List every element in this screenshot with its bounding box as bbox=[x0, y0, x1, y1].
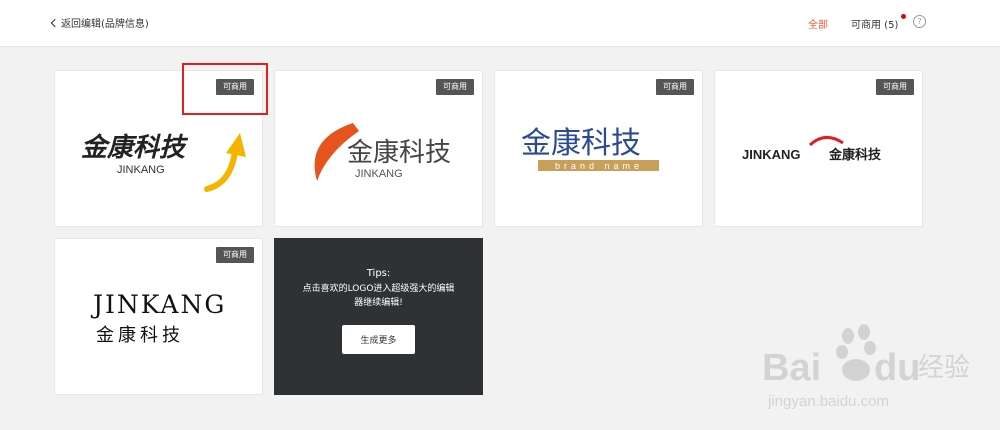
tips-line-2: 器继续编辑! bbox=[354, 298, 403, 308]
back-to-edit-link[interactable]: 返回编辑(品牌信息) bbox=[50, 13, 149, 31]
commercial-badge: 可商用 bbox=[656, 79, 694, 95]
logo-4-brand-en: JINKANG bbox=[742, 147, 801, 162]
watermark-cn: 经验 bbox=[918, 353, 970, 383]
logo-5-brand-cn: 金康科技 bbox=[96, 325, 184, 346]
help-icon[interactable]: ? bbox=[913, 15, 926, 28]
logo-1-brand-cn: 金康科技 bbox=[81, 133, 189, 163]
logo-card-5[interactable]: JINKANG 金康科技 可商用 bbox=[54, 238, 263, 395]
commercial-badge: 可商用 bbox=[436, 79, 474, 95]
paw-pad-icon bbox=[842, 359, 870, 381]
logo-1-arrowhead-icon bbox=[226, 133, 246, 157]
filter-commercial-tab[interactable]: 可商用 (5) bbox=[851, 16, 898, 31]
logo-4-brand-cn: 金康科技 bbox=[828, 147, 882, 163]
logo-card-4[interactable]: JINKANG 金康科技 可商用 bbox=[714, 70, 923, 227]
logo-4-arc-icon bbox=[808, 136, 844, 147]
commercial-badge: 可商用 bbox=[216, 247, 254, 263]
commercial-badge: 可商用 bbox=[876, 79, 914, 95]
logo-2-brand-cn: 金康科技 bbox=[347, 138, 451, 168]
logo-1-arrow-icon bbox=[204, 148, 238, 192]
tips-card: Tips: 点击喜欢的LOGO进入超级强大的编辑 器继续编辑! 生成更多 bbox=[274, 238, 483, 395]
commercial-badge: 可商用 bbox=[216, 79, 254, 95]
watermark-url: jingyan.baidu.com bbox=[767, 393, 889, 410]
baidu-watermark: Bai du 经验 jingyan.baidu.com bbox=[762, 324, 970, 410]
notification-dot bbox=[901, 14, 906, 19]
back-label: 返回编辑(品牌信息) bbox=[61, 18, 149, 30]
paw-toe-4-icon bbox=[864, 341, 876, 355]
paw-toe-3-icon bbox=[836, 345, 848, 359]
logo-card-1[interactable]: 金康科技 JINKANG 可商用 bbox=[54, 70, 263, 227]
logo-2-brand-en: JINKANG bbox=[355, 168, 403, 180]
logo-card-2[interactable]: 金康科技 JINKANG 可商用 bbox=[274, 70, 483, 227]
generate-more-button[interactable]: 生成更多 bbox=[342, 325, 415, 354]
logo-5-brand-en: JINKANG bbox=[90, 290, 226, 319]
watermark-brand: Bai bbox=[762, 347, 821, 389]
logo-1-brand-en: JINKANG bbox=[117, 164, 165, 176]
paw-toe-1-icon bbox=[842, 328, 854, 344]
logo-3-tagline: brand name bbox=[555, 161, 643, 171]
watermark-brand-2: du bbox=[874, 347, 920, 389]
paw-toe-2-icon bbox=[858, 324, 870, 340]
tips-line-1: 点击喜欢的LOGO进入超级强大的编辑 bbox=[302, 284, 455, 294]
chevron-left-icon bbox=[50, 18, 60, 27]
logo-3-brand-cn: 金康科技 bbox=[521, 126, 641, 161]
tips-text: 点击喜欢的LOGO进入超级强大的编辑 器继续编辑! bbox=[284, 282, 473, 310]
top-bar: 返回编辑(品牌信息) 全部 可商用 (5) ? bbox=[0, 0, 1000, 47]
logo-card-3[interactable]: 金康科技 brand name 可商用 bbox=[494, 70, 703, 227]
tips-title: Tips: bbox=[366, 268, 391, 279]
filter-all-tab[interactable]: 全部 bbox=[808, 16, 828, 31]
